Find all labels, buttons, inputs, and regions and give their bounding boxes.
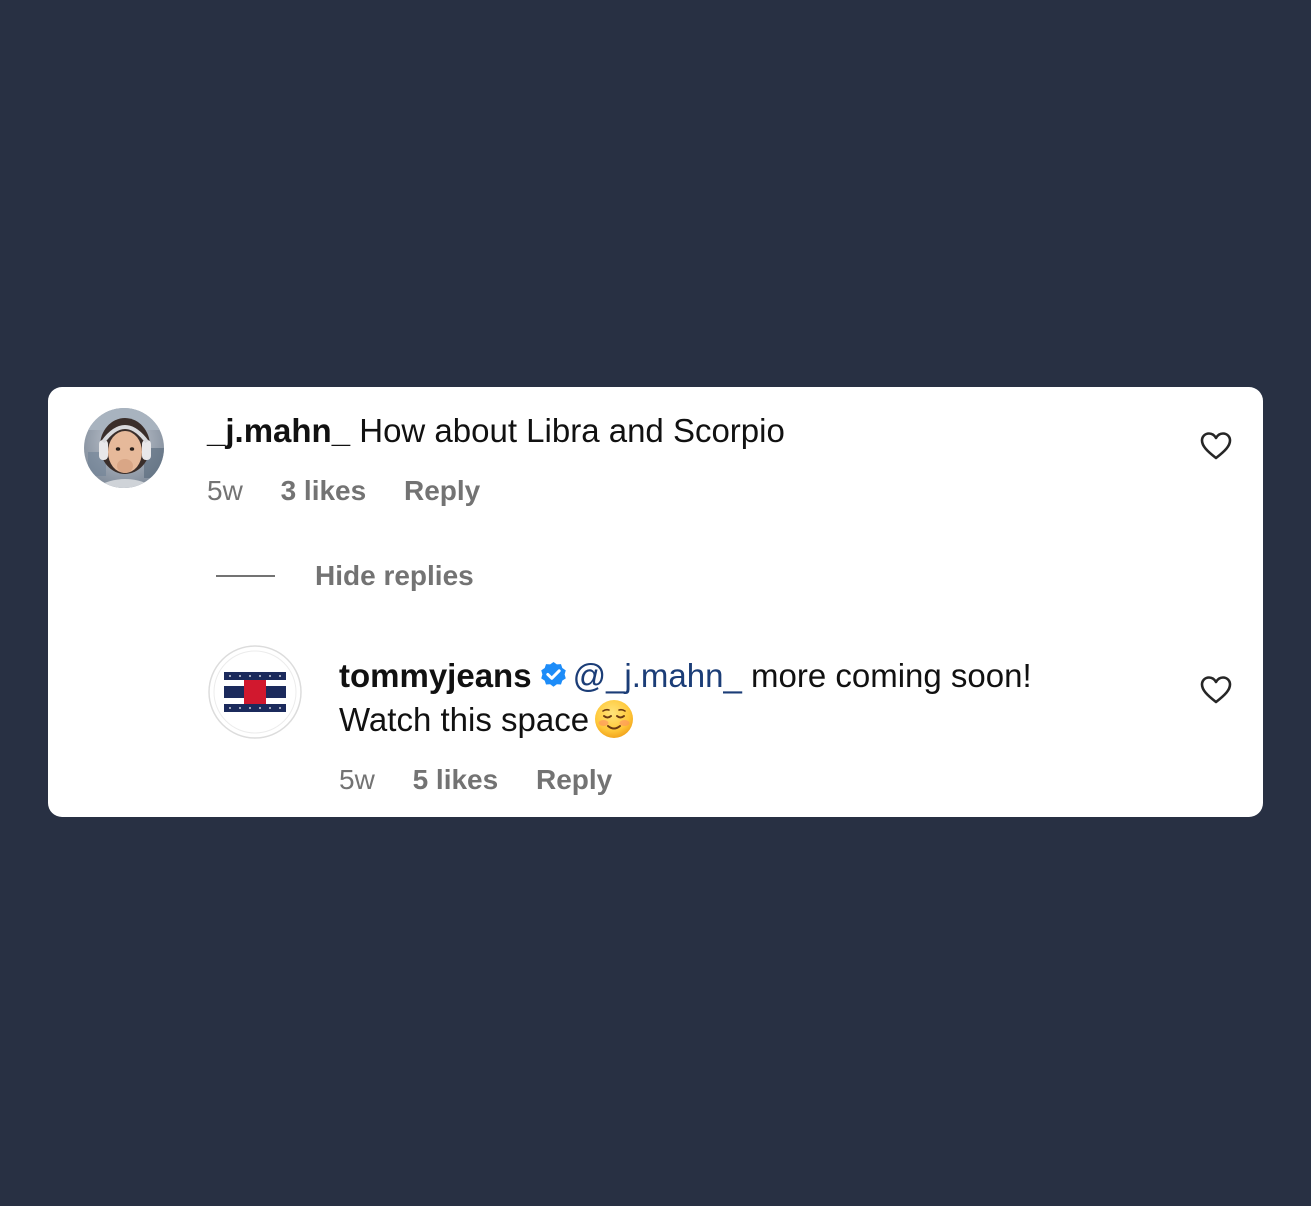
reply-button[interactable]: Reply bbox=[404, 473, 480, 509]
comment-body: How about Libra and Scorpio bbox=[359, 412, 785, 449]
comment-likes-count[interactable]: 3 likes bbox=[281, 473, 367, 509]
reply-text: tommyjeans @_j.mahn_ more coming soon! W… bbox=[339, 654, 1032, 742]
mention-link[interactable]: @_j.mahn_ bbox=[573, 657, 742, 694]
hide-replies-label: Hide replies bbox=[315, 560, 474, 591]
reply-likes-count[interactable]: 5 likes bbox=[413, 762, 499, 798]
reply-line-1: tommyjeans @_j.mahn_ more coming soon! bbox=[339, 654, 1032, 698]
heart-icon[interactable] bbox=[1200, 675, 1232, 705]
comment-age[interactable]: 5w bbox=[207, 473, 243, 509]
reply-meta: 5w 5 likes Reply bbox=[339, 762, 612, 798]
hide-replies-toggle[interactable]: Hide replies bbox=[216, 558, 474, 594]
smiling-face-emoji bbox=[593, 698, 635, 740]
divider-line bbox=[216, 575, 275, 577]
verified-badge-icon bbox=[538, 658, 569, 689]
comment-meta: 5w 3 likes Reply bbox=[207, 473, 480, 509]
reply-body-line1: more coming soon! bbox=[751, 657, 1032, 694]
comment-text: _j.mahn_ How about Libra and Scorpio bbox=[207, 409, 785, 453]
reply-line-2: Watch this space bbox=[339, 698, 1032, 742]
reply-body-line2: Watch this space bbox=[339, 701, 590, 738]
reply-age[interactable]: 5w bbox=[339, 762, 375, 798]
comment-username[interactable]: _j.mahn_ bbox=[207, 412, 350, 449]
user-avatar[interactable] bbox=[84, 408, 164, 488]
reply-username[interactable]: tommyjeans bbox=[339, 657, 532, 694]
comment-thread-card: _j.mahn_ How about Libra and Scorpio 5w … bbox=[48, 387, 1263, 817]
heart-icon[interactable] bbox=[1200, 431, 1232, 461]
reply-button[interactable]: Reply bbox=[536, 762, 612, 798]
brand-avatar[interactable] bbox=[208, 645, 302, 739]
